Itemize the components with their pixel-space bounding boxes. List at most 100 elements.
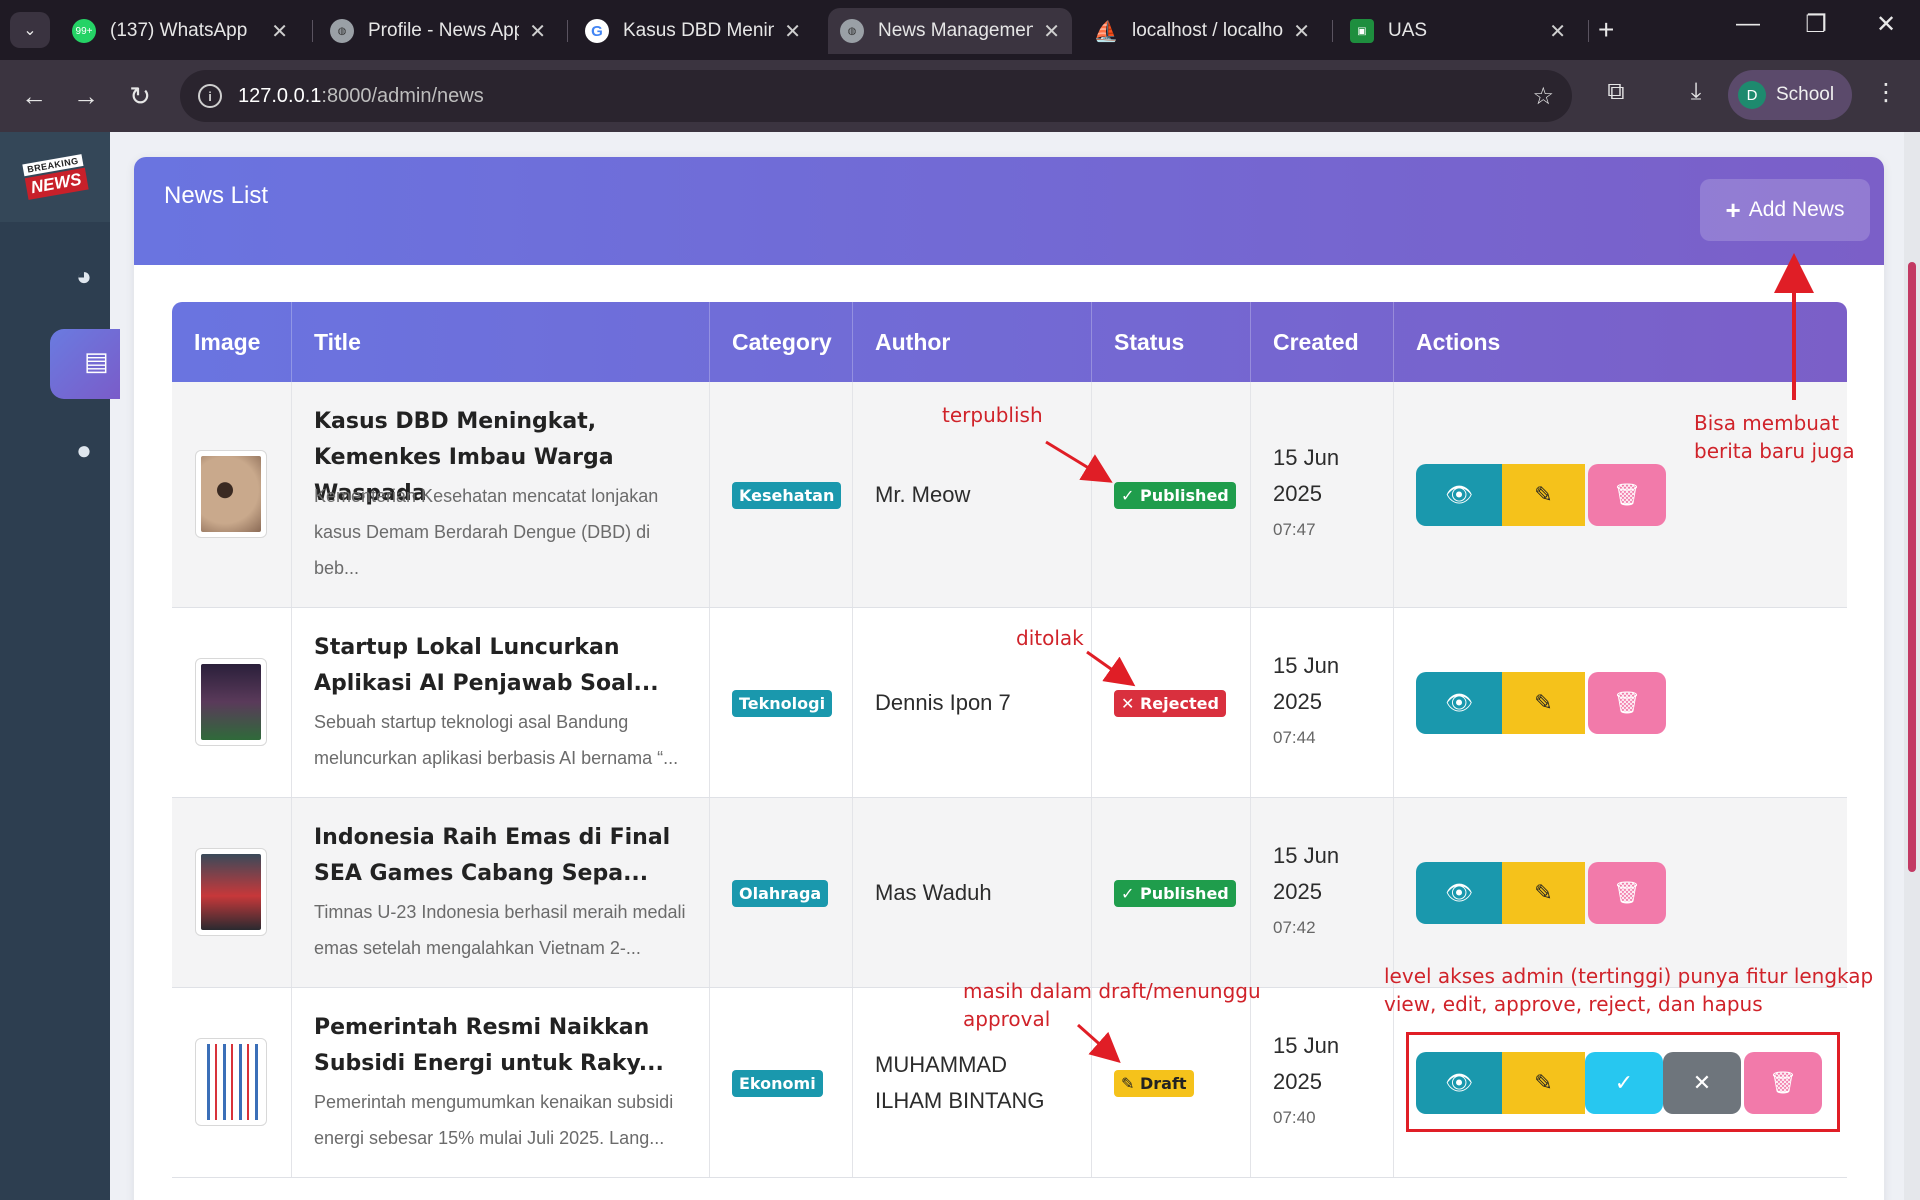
download-icon[interactable]: ⤓ bbox=[1678, 78, 1714, 106]
delete-button[interactable]: 🗑 bbox=[1588, 862, 1666, 924]
newspaper-icon: ▤ bbox=[84, 346, 109, 376]
created-date: 15 Jun 2025 07:42 bbox=[1273, 838, 1383, 946]
tab-uas[interactable]: ▣ UAS ✕ bbox=[1338, 8, 1578, 54]
view-button[interactable]: 👁 bbox=[1416, 464, 1502, 526]
football-image bbox=[201, 854, 261, 930]
tab-separator bbox=[312, 20, 313, 42]
minimize-window-icon[interactable]: — bbox=[1728, 10, 1768, 38]
created-day: 15 Jun 2025 bbox=[1273, 445, 1340, 506]
extensions-puzzle-icon[interactable]: ⧉ bbox=[1598, 78, 1634, 106]
tab-title: Kasus DBD Meningkat bbox=[623, 20, 775, 41]
news-thumbnail[interactable] bbox=[195, 848, 267, 936]
browser-menu-icon[interactable]: ⋮ bbox=[1868, 78, 1904, 107]
header-title[interactable]: Title bbox=[292, 302, 710, 382]
reload-icon[interactable]: ↻ bbox=[120, 76, 160, 116]
classroom-icon: ▣ bbox=[1350, 19, 1374, 43]
view-button[interactable]: 👁 bbox=[1416, 672, 1502, 734]
url-text: 127.0.0.1:8000/admin/news bbox=[238, 85, 484, 108]
news-thumbnail[interactable] bbox=[195, 450, 267, 538]
add-news-label: Add News bbox=[1748, 198, 1845, 221]
created-day: 15 Jun 2025 bbox=[1273, 653, 1340, 714]
add-news-button[interactable]: + Add News bbox=[1700, 179, 1870, 241]
table-header: Image Title Category Author Status Creat… bbox=[172, 302, 1847, 382]
status-label: Draft bbox=[1139, 1074, 1187, 1093]
close-tab-icon[interactable]: ✕ bbox=[1549, 19, 1566, 44]
created-day: 15 Jun 2025 bbox=[1273, 843, 1340, 904]
restore-window-icon[interactable]: ❐ bbox=[1796, 10, 1836, 39]
check-icon: ✓ bbox=[1121, 884, 1135, 903]
tab-localhost[interactable]: ⛵ localhost / localhost ✕ bbox=[1082, 8, 1322, 54]
address-bar[interactable]: i 127.0.0.1:8000/admin/news ☆ bbox=[180, 70, 1572, 122]
news-thumbnail[interactable] bbox=[195, 658, 267, 746]
annotation-rejected: ditolak bbox=[1016, 626, 1084, 650]
close-tab-icon[interactable]: ✕ bbox=[1043, 19, 1060, 44]
new-tab-button[interactable]: + bbox=[1598, 14, 1614, 46]
news-excerpt: Pemerintah mengumumkan kenaikan subsidi … bbox=[314, 1092, 674, 1148]
created-time: 07:44 bbox=[1273, 728, 1316, 747]
tab-news-management[interactable]: ◍ News Management ✕ bbox=[828, 8, 1072, 54]
edit-button[interactable]: ✎ bbox=[1502, 672, 1585, 734]
edit-icon: ✎ bbox=[1534, 880, 1553, 905]
browser-tab-bar: ⌄ 99+ (137) WhatsApp ✕ ◍ Profile - News … bbox=[0, 0, 1920, 60]
tab-title: localhost / localhost bbox=[1132, 20, 1284, 41]
category-cell: Olahraga bbox=[710, 798, 853, 987]
view-button[interactable]: 👁 bbox=[1416, 862, 1502, 924]
close-window-icon[interactable]: ✕ bbox=[1866, 10, 1906, 39]
tab-separator bbox=[1332, 20, 1333, 42]
close-tab-icon[interactable]: ✕ bbox=[271, 19, 288, 44]
page-scrollbar[interactable] bbox=[1904, 132, 1920, 1200]
bookmark-star-icon[interactable]: ☆ bbox=[1532, 82, 1554, 111]
globe-icon: ◍ bbox=[330, 19, 354, 43]
dashboard-gauge-icon[interactable]: ◕ bbox=[66, 258, 102, 294]
annotation-published: terpublish bbox=[942, 403, 1043, 427]
edit-icon: ✎ bbox=[1534, 690, 1553, 715]
check-icon: ✓ bbox=[1121, 486, 1135, 505]
table-row: Startup Lokal Luncurkan Aplikasi AI Penj… bbox=[172, 608, 1847, 798]
mosquito-image bbox=[201, 456, 261, 532]
status-badge: ✓ Published bbox=[1114, 880, 1236, 907]
admin-sidebar: BREAKING NEWS ◕ ▤ ● bbox=[0, 132, 120, 1200]
image-cell bbox=[172, 798, 292, 987]
sidebar-brand[interactable]: BREAKING NEWS bbox=[0, 132, 110, 222]
edit-button[interactable]: ✎ bbox=[1502, 862, 1585, 924]
news-title: Startup Lokal Luncurkan Aplikasi AI Penj… bbox=[314, 635, 659, 696]
edit-button[interactable]: ✎ bbox=[1502, 464, 1585, 526]
tab-title: News Management bbox=[878, 20, 1034, 41]
close-tab-icon[interactable]: ✕ bbox=[784, 19, 801, 44]
profile-chip[interactable]: D School bbox=[1728, 70, 1852, 120]
header-status[interactable]: Status bbox=[1092, 302, 1251, 382]
header-image[interactable]: Image bbox=[172, 302, 292, 382]
action-buttons: 👁 ✎ 🗑 bbox=[1416, 672, 1666, 734]
user-icon[interactable]: ● bbox=[66, 432, 102, 468]
delete-button[interactable]: 🗑 bbox=[1588, 464, 1666, 526]
tab-profile-news-app[interactable]: ◍ Profile - News App ✕ bbox=[318, 8, 558, 54]
header-author[interactable]: Author bbox=[853, 302, 1092, 382]
actions-cell: 👁 ✎ 🗑 bbox=[1394, 798, 1847, 987]
back-arrow-icon[interactable]: ← bbox=[14, 76, 54, 116]
phpmyadmin-icon: ⛵ bbox=[1093, 20, 1119, 43]
tab-title: UAS bbox=[1388, 20, 1428, 41]
news-title: Indonesia Raih Emas di Final SEA Games C… bbox=[314, 825, 671, 886]
forward-arrow-icon[interactable]: → bbox=[66, 76, 106, 116]
sidebar-item-news[interactable]: ▤ bbox=[50, 329, 120, 399]
tab-whatsapp[interactable]: 99+ (137) WhatsApp ✕ bbox=[60, 8, 300, 54]
status-badge: ✕ Rejected bbox=[1114, 690, 1226, 717]
title-cell: Kasus DBD Meningkat, Kemenkes Imbau Warg… bbox=[292, 382, 710, 607]
delete-button[interactable]: 🗑 bbox=[1588, 672, 1666, 734]
news-thumbnail[interactable] bbox=[195, 1038, 267, 1126]
news-excerpt: Timnas U-23 Indonesia berhasil meraih me… bbox=[314, 902, 686, 958]
close-tab-icon[interactable]: ✕ bbox=[529, 19, 546, 44]
scrollbar-thumb[interactable] bbox=[1908, 262, 1916, 872]
header-actions: Actions bbox=[1416, 329, 1501, 355]
card-header: News List + Add News bbox=[134, 157, 1884, 265]
google-icon: G bbox=[585, 19, 609, 43]
tab-kasus-dbd[interactable]: G Kasus DBD Meningkat ✕ bbox=[573, 8, 813, 54]
site-info-icon[interactable]: i bbox=[198, 84, 222, 108]
header-created[interactable]: Created bbox=[1251, 302, 1394, 382]
tab-search-button[interactable]: ⌄ bbox=[10, 12, 50, 48]
close-tab-icon[interactable]: ✕ bbox=[1293, 19, 1310, 44]
annotation-add-news: Bisa membuat berita baru juga bbox=[1694, 411, 1855, 463]
title-cell: Startup Lokal Luncurkan Aplikasi AI Penj… bbox=[292, 608, 710, 797]
action-buttons: 👁 ✎ 🗑 bbox=[1416, 862, 1666, 924]
header-category[interactable]: Category bbox=[710, 302, 853, 382]
